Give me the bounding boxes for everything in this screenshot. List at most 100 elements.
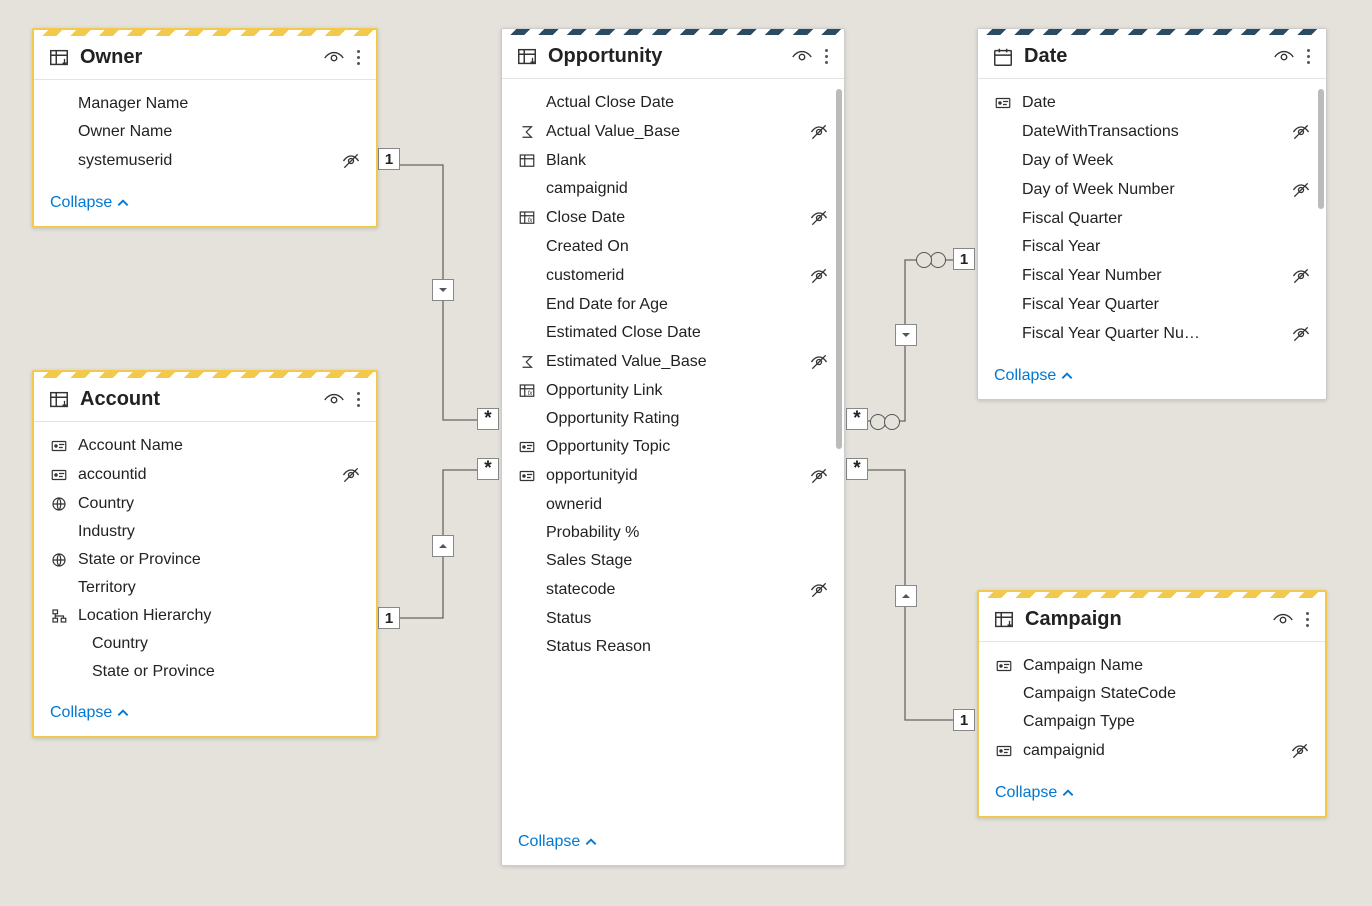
field-row[interactable]: opportunityid <box>508 461 838 491</box>
field-row[interactable]: Probability % <box>508 519 838 547</box>
collapse-button[interactable]: Collapse <box>502 821 844 865</box>
field-row[interactable]: Fiscal Year Quarter <box>984 291 1320 319</box>
field-row[interactable]: Sales Stage <box>508 547 838 575</box>
cardinality-opportunity-star: * <box>477 458 499 480</box>
scrollbar[interactable] <box>836 89 842 449</box>
filter-direction-up-icon <box>895 585 917 607</box>
collapse-button[interactable]: Collapse <box>34 182 376 226</box>
field-label: Opportunity Link <box>546 382 800 400</box>
field-row[interactable]: Opportunity Topic <box>508 433 838 461</box>
field-row[interactable]: statecode <box>508 575 838 605</box>
table-title: Date <box>1024 45 1263 68</box>
more-options-icon[interactable] <box>355 48 362 67</box>
field-label: Opportunity Topic <box>546 438 800 456</box>
field-row[interactable]: Account Name <box>40 432 370 460</box>
sum-icon <box>516 353 538 371</box>
field-row[interactable]: Owner Name <box>40 118 370 146</box>
more-options-icon[interactable] <box>355 390 362 409</box>
field-row[interactable]: Day of Week Number <box>984 175 1320 205</box>
field-row[interactable]: Country <box>40 490 370 518</box>
hidden-icon <box>1289 741 1311 761</box>
field-row[interactable]: customerid <box>508 261 838 291</box>
table-card-owner[interactable]: Owner Manager NameOwner Namesystemuserid… <box>32 28 378 228</box>
more-options-icon[interactable] <box>1304 610 1311 629</box>
table-card-date[interactable]: Date Date DateWithTransactions Day of Week… <box>977 28 1327 400</box>
field-label: State or Province <box>92 663 332 681</box>
field-row[interactable]: campaignid <box>985 736 1319 766</box>
table-card-opportunity[interactable]: Opportunity Actual Close DateActual Valu… <box>501 28 845 866</box>
key-icon <box>993 742 1015 760</box>
chevron-up-icon <box>116 706 130 720</box>
field-row[interactable]: Actual Close Date <box>508 89 838 117</box>
visibility-icon[interactable] <box>791 46 813 68</box>
field-row[interactable]: Date <box>984 89 1320 117</box>
field-row[interactable]: Territory <box>40 574 370 602</box>
table-card-campaign[interactable]: Campaign Campaign Name Campaign StateCode… <box>977 590 1327 818</box>
field-row[interactable]: systemuserid <box>40 146 370 176</box>
visibility-icon[interactable] <box>1272 609 1294 631</box>
field-row[interactable]: Industry <box>40 518 370 546</box>
calendar-icon <box>992 46 1014 68</box>
field-row[interactable]: Estimated Value_Base <box>508 347 838 377</box>
hidden-icon <box>808 580 830 600</box>
sum-icon <box>516 123 538 141</box>
visibility-icon[interactable] <box>1273 46 1295 68</box>
field-row[interactable]: Campaign StateCode <box>985 680 1319 708</box>
field-label: campaignid <box>546 180 800 198</box>
field-row[interactable]: Blank <box>508 147 838 175</box>
field-row[interactable]: Country <box>40 630 370 658</box>
more-options-icon[interactable] <box>1305 47 1312 66</box>
field-row[interactable]: Estimated Close Date <box>508 319 838 347</box>
field-row[interactable]: campaignid <box>508 175 838 203</box>
field-row[interactable]: Status Reason <box>508 633 838 661</box>
visibility-icon[interactable] <box>323 389 345 411</box>
field-row[interactable]: Fiscal Year Quarter Nu… <box>984 319 1320 349</box>
field-row[interactable]: Opportunity Rating <box>508 405 838 433</box>
field-label: State or Province <box>78 551 332 569</box>
table-title: Account <box>80 388 313 411</box>
field-label: Country <box>92 635 332 653</box>
visibility-icon[interactable] <box>323 47 345 69</box>
chevron-up-icon <box>116 196 130 210</box>
field-row[interactable]: fxClose Date <box>508 203 838 233</box>
field-row[interactable]: Day of Week <box>984 147 1320 175</box>
field-row[interactable]: DateWithTransactions <box>984 117 1320 147</box>
field-label: Close Date <box>546 209 800 227</box>
field-row[interactable]: Fiscal Year <box>984 233 1320 261</box>
field-label: Campaign Name <box>1023 657 1281 675</box>
field-label: DateWithTransactions <box>1022 123 1282 141</box>
field-row[interactable]: Location Hierarchy <box>40 602 370 630</box>
field-label: Location Hierarchy <box>78 607 332 625</box>
collapse-button[interactable]: Collapse <box>978 355 1326 399</box>
field-row[interactable]: End Date for Age <box>508 291 838 319</box>
field-label: Fiscal Year Number <box>1022 267 1282 285</box>
field-label: Blank <box>546 152 800 170</box>
field-row[interactable]: State or Province <box>40 546 370 574</box>
filter-direction-down-icon <box>432 279 454 301</box>
collapse-button[interactable]: Collapse <box>979 772 1325 816</box>
field-row[interactable]: Actual Value_Base <box>508 117 838 147</box>
collapse-button[interactable]: Collapse <box>34 692 376 736</box>
field-row[interactable]: Status <box>508 605 838 633</box>
cardinality-opportunity-star: * <box>846 458 868 480</box>
field-row[interactable]: fxOpportunity Link <box>508 377 838 405</box>
field-row[interactable]: Fiscal Year Number <box>984 261 1320 291</box>
field-label: Account Name <box>78 437 332 455</box>
field-row[interactable]: Manager Name <box>40 90 370 118</box>
field-row[interactable]: Created On <box>508 233 838 261</box>
table-title: Campaign <box>1025 608 1262 631</box>
field-row[interactable]: State or Province <box>40 658 370 686</box>
field-row[interactable]: Campaign Type <box>985 708 1319 736</box>
hidden-icon <box>808 122 830 142</box>
field-label: Campaign StateCode <box>1023 685 1281 703</box>
field-label: opportunityid <box>546 467 800 485</box>
field-row[interactable]: Fiscal Quarter <box>984 205 1320 233</box>
more-options-icon[interactable] <box>823 47 830 66</box>
table-card-account[interactable]: Account Account NameaccountidCountryIndu… <box>32 370 378 738</box>
field-row[interactable]: accountid <box>40 460 370 490</box>
scrollbar[interactable] <box>1318 89 1324 209</box>
field-row[interactable]: ownerid <box>508 491 838 519</box>
field-row[interactable]: Campaign Name <box>985 652 1319 680</box>
hidden-icon <box>340 151 362 171</box>
key-icon <box>48 466 70 484</box>
